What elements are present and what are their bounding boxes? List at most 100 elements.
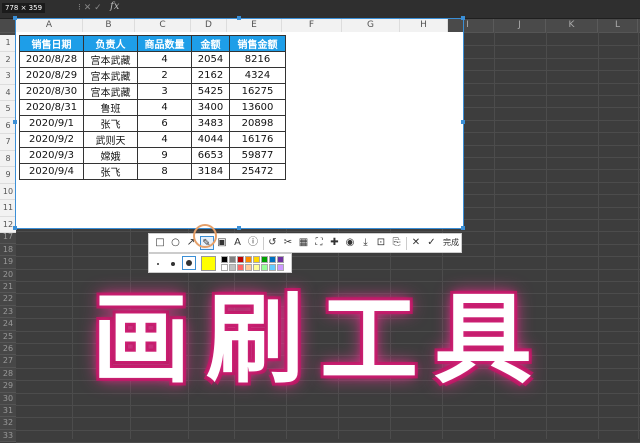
color-swatch[interactable]: [253, 264, 260, 271]
table-header-cell: 销售金额: [229, 35, 286, 52]
crop-icon[interactable]: ⛶: [312, 236, 326, 250]
color-swatch[interactable]: [269, 264, 276, 271]
color-swatch[interactable]: [253, 256, 260, 263]
table-cell: 6: [137, 115, 192, 132]
color-swatch[interactable]: [221, 264, 228, 271]
row-header[interactable]: 17: [0, 231, 16, 244]
table-cell: 2020/8/30: [19, 83, 84, 100]
inner-row-header: 11: [0, 200, 16, 217]
row-header[interactable]: 33: [0, 429, 16, 443]
table-header-cell: 金额: [191, 35, 230, 52]
table-row: 2020/9/4 张飞 8 3184 25472: [19, 163, 286, 180]
resize-handle[interactable]: [461, 226, 465, 230]
brush-options-toolbar: [148, 253, 292, 273]
record-icon[interactable]: ◉: [343, 236, 357, 250]
column-header[interactable]: I: [442, 19, 494, 32]
brush-size-medium[interactable]: [171, 262, 175, 266]
brush-size-small[interactable]: [157, 263, 159, 265]
copy-icon[interactable]: ⊡: [374, 236, 388, 250]
row-header[interactable]: 31: [0, 405, 16, 418]
table-cell: 张飞: [83, 115, 138, 132]
table-cell: 2020/8/29: [19, 67, 84, 84]
download-icon[interactable]: ⤓: [359, 236, 373, 250]
inner-column-header: A: [16, 19, 83, 32]
row-header[interactable]: 19: [0, 256, 16, 269]
cut-icon[interactable]: ✂: [281, 236, 295, 250]
resize-handle[interactable]: [237, 16, 241, 20]
done-button[interactable]: 完成: [436, 236, 466, 250]
table-cell: 2020/8/28: [19, 51, 84, 68]
mosaic-icon[interactable]: ▣: [215, 236, 229, 250]
ellipse-icon[interactable]: ○: [169, 236, 183, 250]
color-swatch[interactable]: [245, 256, 252, 263]
table-cell: 20898: [229, 115, 286, 132]
table-cell: 13600: [229, 99, 286, 116]
resize-handle[interactable]: [13, 226, 17, 230]
inner-column-header: B: [83, 19, 135, 32]
table-cell: 4324: [229, 67, 286, 84]
table-row: 2020/9/1 张飞 6 3483 20898: [19, 115, 286, 132]
size-badge: 778 × 359: [2, 3, 46, 13]
table-row: 2020/8/29 宫本武藏 2 2162 4324: [19, 67, 286, 84]
grid-icon[interactable]: ▦: [297, 236, 311, 250]
brush-size-large-selected[interactable]: [182, 256, 196, 270]
save-icon[interactable]: ⎘: [390, 236, 404, 250]
row-header[interactable]: 32: [0, 417, 16, 430]
rectangle-icon[interactable]: □: [153, 236, 167, 250]
color-swatch[interactable]: [277, 264, 284, 271]
inner-row-header: 8: [0, 150, 16, 167]
number-icon[interactable]: ⓘ: [246, 236, 260, 250]
table-cell: 鲁班: [83, 99, 138, 116]
table-cell: 16275: [229, 83, 286, 100]
inner-column-header: C: [135, 19, 191, 32]
gridline: [16, 417, 640, 419]
table-cell: 59877: [229, 147, 286, 164]
column-header[interactable]: L: [598, 19, 638, 32]
table-cell: 2020/9/1: [19, 115, 84, 132]
table-cell: 2020/9/2: [19, 131, 84, 148]
text-icon[interactable]: A: [231, 236, 245, 250]
table-cell: 宫本武藏: [83, 67, 138, 84]
table-cell: 5425: [191, 83, 230, 100]
table-cell: 武则天: [83, 131, 138, 148]
table-cell: 4044: [191, 131, 230, 148]
inner-column-header: H: [400, 19, 448, 32]
resize-handle[interactable]: [237, 226, 241, 230]
table-cell: 宫本武藏: [83, 83, 138, 100]
gridline: [16, 405, 640, 406]
table-cell: 8216: [229, 51, 286, 68]
color-swatch[interactable]: [229, 256, 236, 263]
table-cell: 6653: [191, 147, 230, 164]
fx-icon[interactable]: fx: [110, 1, 119, 12]
color-swatch[interactable]: [221, 256, 228, 263]
color-swatch[interactable]: [237, 256, 244, 263]
resize-handle[interactable]: [13, 120, 17, 124]
resize-handle[interactable]: [13, 16, 17, 20]
table-cell: 25472: [229, 163, 286, 180]
color-swatch[interactable]: [229, 264, 236, 271]
table-cell: 8: [137, 163, 192, 180]
close-icon[interactable]: ✕: [409, 236, 423, 250]
inner-row-header: 7: [0, 134, 16, 151]
table-header-cell: 负责人: [83, 35, 138, 52]
formula-icons[interactable]: ⁝ ✕ ✓: [78, 2, 102, 15]
inner-row-header: 2: [0, 51, 16, 68]
resize-handle[interactable]: [461, 120, 465, 124]
column-header[interactable]: J: [494, 19, 546, 32]
column-header[interactable]: K: [546, 19, 598, 32]
undo-icon[interactable]: ↺: [266, 236, 280, 250]
inner-column-header: G: [342, 19, 400, 32]
current-color[interactable]: [201, 256, 216, 271]
color-swatch[interactable]: [261, 256, 268, 263]
color-swatch[interactable]: [269, 256, 276, 263]
pin-icon[interactable]: ✚: [328, 236, 342, 250]
row-header[interactable]: 18: [0, 243, 16, 257]
color-swatch[interactable]: [245, 264, 252, 271]
table-cell: 2020/8/31: [19, 99, 84, 116]
color-swatch[interactable]: [261, 264, 268, 271]
inner-column-header: D: [191, 19, 227, 32]
gridline: [16, 268, 640, 270]
resize-handle[interactable]: [461, 16, 465, 20]
color-swatch[interactable]: [277, 256, 284, 263]
color-swatch[interactable]: [237, 264, 244, 271]
